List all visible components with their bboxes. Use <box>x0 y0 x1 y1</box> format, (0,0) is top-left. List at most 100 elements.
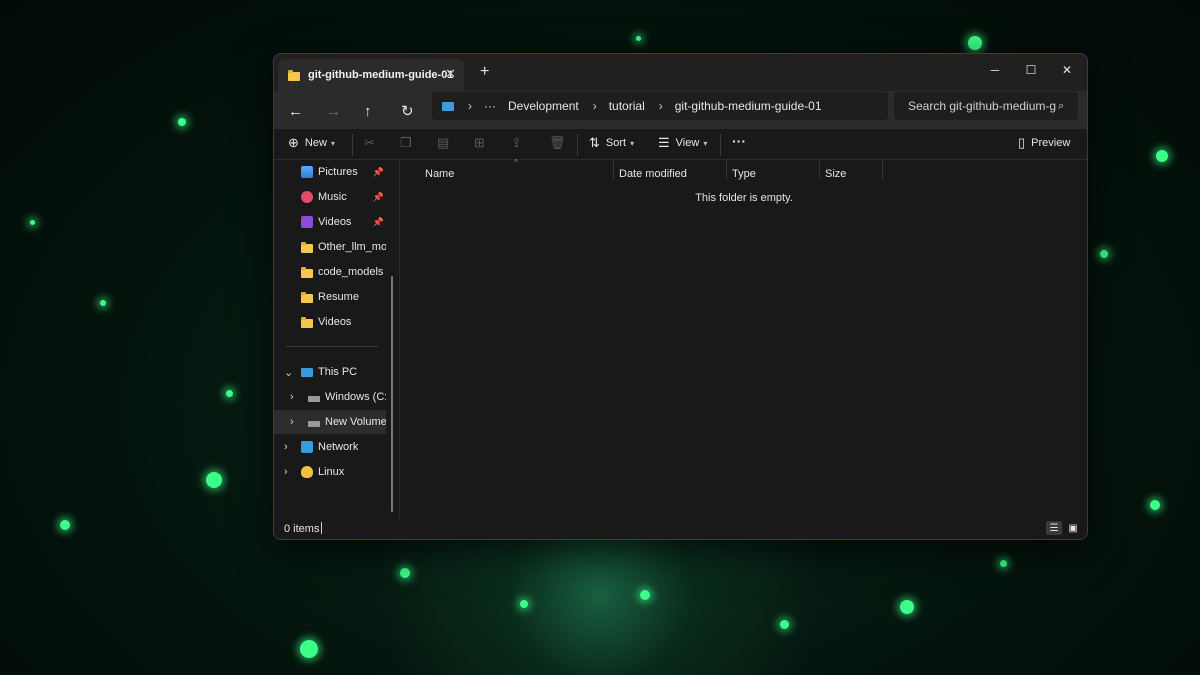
pane-divider[interactable] <box>399 160 400 520</box>
file-explorer-window: git-github-medium-guide-01 ✕ + ─ ☐ ✕ ← →… <box>273 53 1088 540</box>
new-button[interactable]: ⊕ New ▾ <box>288 135 335 151</box>
wallpaper-star <box>968 36 982 50</box>
forward-button[interactable]: → <box>326 103 341 121</box>
search-icon: ⌕ <box>1058 99 1065 112</box>
sidebar-item-music[interactable]: Music 📌 <box>274 185 386 209</box>
details-view-icon: ☰ <box>1049 522 1059 534</box>
address-bar[interactable]: › ··· Development › tutorial › git-githu… <box>432 92 888 120</box>
column-separator[interactable] <box>613 160 614 180</box>
more-options-button[interactable]: ··· <box>732 133 746 149</box>
search-box[interactable]: ⌕ <box>894 92 1078 120</box>
sidebar-item-this-pc[interactable]: ⌄ This PC <box>274 360 386 384</box>
chevron-right-icon: › <box>658 99 663 113</box>
wallpaper-star <box>900 600 914 614</box>
minimize-button[interactable]: ─ <box>977 59 1013 81</box>
folder-icon <box>301 291 313 303</box>
toolbar-separator <box>352 134 353 156</box>
new-tab-button[interactable]: + <box>480 63 489 81</box>
wallpaper-star <box>60 520 70 530</box>
up-button[interactable]: ↑ <box>364 103 372 121</box>
chevron-down-icon: ▾ <box>330 138 335 148</box>
computer-icon <box>301 367 313 377</box>
wallpaper-star <box>100 300 106 306</box>
pictures-icon <box>301 166 313 178</box>
explorer-tab[interactable]: git-github-medium-guide-01 ✕ <box>278 59 464 91</box>
wallpaper-star <box>206 472 222 488</box>
sidebar-item-resume[interactable]: Resume <box>274 285 386 309</box>
sidebar-item-pictures[interactable]: Pictures 📌 <box>274 160 386 184</box>
breadcrumb-tutorial[interactable]: tutorial <box>609 99 645 113</box>
linux-penguin-icon <box>301 466 313 478</box>
back-button[interactable]: ← <box>288 103 303 121</box>
sidebar-item-label: Windows (C:) <box>325 391 386 403</box>
column-header-size[interactable]: Size <box>825 168 846 180</box>
empty-folder-message: This folder is empty. <box>695 192 793 204</box>
close-window-button[interactable]: ✕ <box>1049 59 1085 81</box>
cut-button[interactable]: ✂ <box>364 135 375 151</box>
chevron-down-icon: ▾ <box>630 138 635 148</box>
sidebar-item-other-llm-models[interactable]: Other_llm_models <box>274 235 386 259</box>
tab-title: git-github-medium-guide-01 <box>308 69 454 81</box>
sidebar-item-linux[interactable]: › Linux <box>274 460 386 484</box>
breadcrumb-current-folder[interactable]: git-github-medium-guide-01 <box>675 99 822 113</box>
sidebar-item-label: code_models <box>318 266 384 278</box>
details-view-button[interactable]: ☰ <box>1046 521 1062 535</box>
item-count: 0 items <box>284 523 320 535</box>
column-header-name[interactable]: Name <box>425 168 454 180</box>
command-bar: ⊕ New ▾ ✂ ❐ ▤ ⊞ ⇪ 🗑 ⇅ Sort ▾ ☰ View ▾ ··… <box>274 129 1087 160</box>
pin-icon: 📌 <box>372 191 384 202</box>
column-header-type[interactable]: Type <box>732 168 756 180</box>
copy-icon: ❐ <box>400 135 412 150</box>
sidebar-item-label: Network <box>318 441 359 453</box>
column-separator[interactable] <box>882 160 883 180</box>
sidebar-item-label: Resume <box>318 291 359 303</box>
rename-button[interactable]: ⊞ <box>474 135 485 151</box>
sort-icon: ⇅ <box>589 135 600 150</box>
wallpaper-star <box>178 118 186 126</box>
preview-pane-icon: ▯ <box>1018 135 1026 150</box>
sidebar-item-label: Pictures <box>318 166 358 178</box>
view-button[interactable]: ☰ View ▾ <box>658 135 707 151</box>
chevron-down-icon: ▾ <box>703 138 708 148</box>
paste-button[interactable]: ▤ <box>437 135 449 151</box>
breadcrumb-development[interactable]: Development <box>508 99 579 113</box>
folder-icon <box>301 316 313 328</box>
sidebar-item-videos[interactable]: Videos 📌 <box>274 210 386 234</box>
wallpaper-star <box>520 600 528 608</box>
large-icons-view-button[interactable]: ▣ <box>1065 521 1081 535</box>
sidebar-item-videos-folder[interactable]: Videos <box>274 310 386 334</box>
preview-button-label: Preview <box>1031 137 1071 149</box>
toolbar-separator <box>720 134 721 156</box>
wallpaper-star <box>400 568 410 578</box>
refresh-button[interactable]: ↻ <box>401 103 414 121</box>
sidebar-item-windows-c[interactable]: › Windows (C:) <box>274 385 386 409</box>
share-button[interactable]: ⇪ <box>511 135 522 151</box>
sidebar-item-new-volume-d[interactable]: › New Volume (D:) <box>274 410 386 434</box>
sidebar-scrollbar[interactable] <box>391 276 393 512</box>
search-input[interactable] <box>906 98 1058 114</box>
status-bar: 0 items ☰ ▣ <box>274 519 1087 539</box>
maximize-button[interactable]: ☐ <box>1013 59 1049 81</box>
folder-icon <box>288 69 300 81</box>
sort-button[interactable]: ⇅ Sort ▾ <box>589 135 634 151</box>
column-header-date-modified[interactable]: Date modified <box>619 168 687 180</box>
folder-icon <box>301 241 313 253</box>
drive-icon <box>308 395 320 402</box>
sidebar-item-label: Videos <box>318 216 352 228</box>
copy-button[interactable]: ❐ <box>400 135 412 151</box>
sidebar-item-network[interactable]: › Network <box>274 435 386 459</box>
column-separator[interactable] <box>726 160 727 180</box>
preview-pane-button[interactable]: ▯ Preview <box>1018 135 1070 151</box>
column-separator[interactable] <box>819 160 820 180</box>
rename-icon: ⊞ <box>474 135 485 150</box>
sort-caret-icon: ^ <box>514 158 518 167</box>
cut-icon: ✂ <box>364 135 375 150</box>
status-separator <box>321 522 322 534</box>
delete-button[interactable]: 🗑 <box>549 135 566 151</box>
chevron-down-icon: ⌄ <box>284 366 294 379</box>
close-tab-icon[interactable]: ✕ <box>445 66 456 82</box>
breadcrumb-overflow[interactable]: ··· <box>484 99 496 113</box>
sidebar-item-label: Music <box>318 191 347 203</box>
sidebar-item-code-models[interactable]: code_models <box>274 260 386 284</box>
paste-icon: ▤ <box>437 135 450 150</box>
